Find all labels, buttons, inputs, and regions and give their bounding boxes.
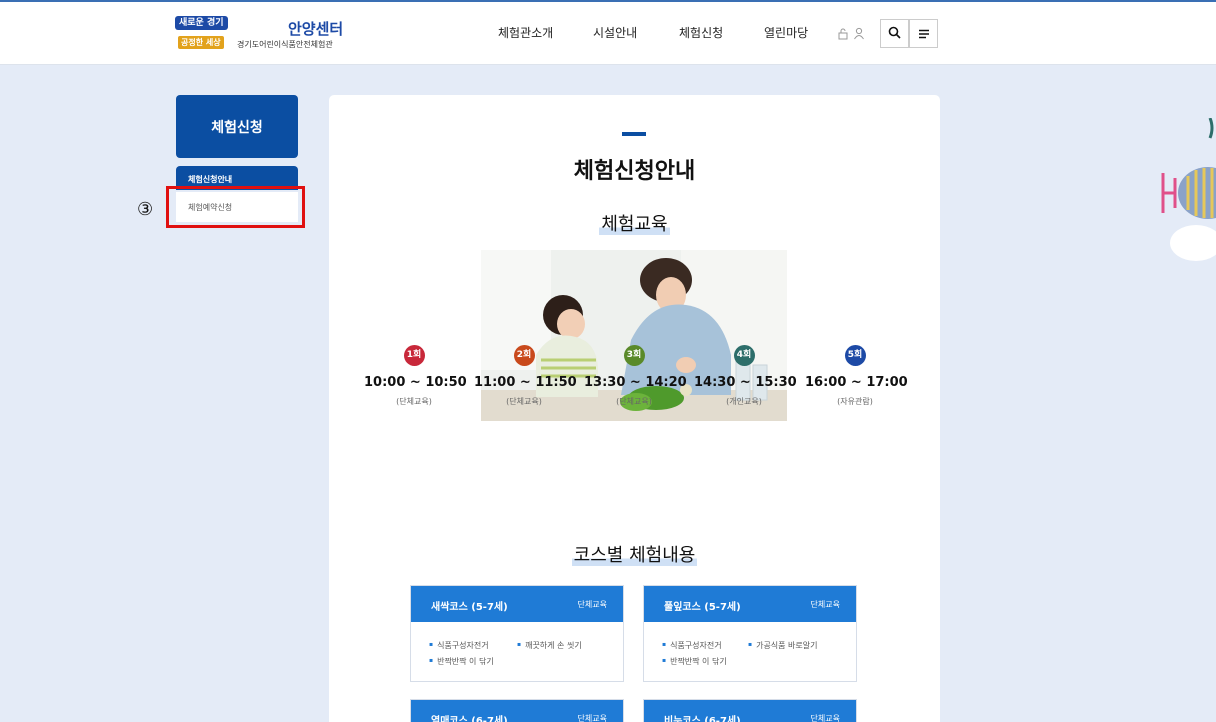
course-name: 새싹코스 (5-7세) bbox=[431, 602, 508, 613]
course-item: 식품구성자전거 bbox=[662, 640, 722, 651]
session-type: (단체교육) bbox=[396, 397, 432, 406]
page-title: 체험신청안내 bbox=[573, 159, 696, 184]
course-card-sprout[interactable]: 새싹코스 (5-7세) 단체교육 식품구성자전거 깨끗하게 손 씻기 반짝반짝 … bbox=[410, 585, 624, 682]
course-tag: 단체교육 bbox=[810, 600, 840, 609]
schedule-item-3: 3회 13:30 ~ 14:20 (단체교육) bbox=[584, 345, 687, 407]
menu-icon bbox=[918, 24, 930, 43]
course-card-soap[interactable]: 비누코스 (6-7세) 단체교육 bbox=[643, 699, 857, 722]
annotation-step-marker: ③ bbox=[137, 199, 154, 220]
session-time: 10:00 ~ 10:50 bbox=[364, 375, 467, 390]
nav-item-community[interactable]: 열린마당 bbox=[764, 24, 808, 41]
search-button[interactable] bbox=[880, 19, 909, 48]
search-icon bbox=[888, 24, 901, 43]
course-header: 새싹코스 (5-7세) 단체교육 bbox=[411, 586, 623, 622]
bee-decoration-icon bbox=[1158, 117, 1216, 268]
schedule-item-2: 2회 11:00 ~ 11:50 (단체교육) bbox=[474, 345, 577, 407]
session-type: (개인교육) bbox=[726, 397, 762, 406]
session-badge: 3회 bbox=[623, 345, 645, 366]
menu-button[interactable] bbox=[909, 19, 938, 48]
logo-subtitle: 경기도어린이식품안전체험관 bbox=[237, 40, 333, 49]
course-body: 식품구성자전거 가공식품 바로알기 반짝반짝 이 닦기 bbox=[644, 622, 856, 681]
nav-item-about[interactable]: 체험관소개 bbox=[498, 24, 553, 41]
course-header: 비누코스 (6-7세) 단체교육 bbox=[644, 700, 856, 722]
course-item: 반짝반짝 이 닦기 bbox=[429, 656, 494, 667]
section-title-courses-text: 코스별 체험내용 bbox=[571, 545, 698, 566]
schedule-item-1: 1회 10:00 ~ 10:50 (단체교육) bbox=[364, 345, 467, 407]
course-header: 풀잎코스 (5-7세) 단체교육 bbox=[644, 586, 856, 622]
session-time: 13:30 ~ 14:20 bbox=[584, 375, 687, 390]
course-item: 식품구성자전거 bbox=[429, 640, 489, 651]
course-tag: 단체교육 bbox=[577, 600, 607, 609]
course-item: 반짝반짝 이 닦기 bbox=[662, 656, 727, 667]
course-name: 열매코스 (6-7세) bbox=[431, 716, 508, 722]
session-type: (자유관람) bbox=[837, 397, 873, 406]
session-time: 11:00 ~ 11:50 bbox=[474, 375, 577, 390]
session-badge: 2회 bbox=[513, 345, 535, 366]
course-item: 깨끗하게 손 씻기 bbox=[517, 640, 582, 651]
session-type: (단체교육) bbox=[506, 397, 542, 406]
annotation-highlight-box bbox=[166, 186, 305, 228]
course-tag: 단체교육 bbox=[810, 714, 840, 722]
schedule-item-5: 5회 16:00 ~ 17:00 (자유관람) bbox=[805, 345, 908, 407]
session-type: (단체교육) bbox=[616, 397, 652, 406]
section-title-education: 체험교육 bbox=[329, 210, 940, 236]
site-logo[interactable]: 새로운 경기 공정한 세상 안양센터 경기도어린이식품안전체험관 bbox=[175, 14, 365, 54]
course-header: 열매코스 (6-7세) 단체교육 bbox=[411, 700, 623, 722]
session-time: 14:30 ~ 15:30 bbox=[694, 375, 797, 390]
title-accent-dash bbox=[622, 132, 646, 136]
course-body: 식품구성자전거 깨끗하게 손 씻기 반짝반짝 이 닦기 bbox=[411, 622, 623, 681]
session-badge: 1회 bbox=[403, 345, 425, 366]
section-title-courses: 코스별 체험내용 bbox=[329, 541, 940, 567]
lock-icon[interactable] bbox=[837, 27, 849, 43]
section-title-education-text: 체험교육 bbox=[599, 214, 670, 235]
session-time: 16:00 ~ 17:00 bbox=[805, 375, 908, 390]
session-badge: 4회 bbox=[733, 345, 755, 366]
course-name: 비누코스 (6-7세) bbox=[664, 716, 741, 722]
sidebar-title: 체험신청 bbox=[176, 95, 298, 158]
logo-name: 안양센터 bbox=[288, 20, 344, 38]
session-badge: 5회 bbox=[844, 345, 866, 366]
course-tag: 단체교육 bbox=[577, 714, 607, 722]
logo-badge-bottom: 공정한 세상 bbox=[178, 36, 224, 49]
logo-badge-top: 새로운 경기 bbox=[175, 16, 228, 30]
nav-item-facilities[interactable]: 시설안내 bbox=[593, 24, 637, 41]
course-card-fruit[interactable]: 열매코스 (6-7세) 단체교육 bbox=[410, 699, 624, 722]
schedule-item-4: 4회 14:30 ~ 15:30 (개인교육) bbox=[694, 345, 797, 407]
course-name: 풀잎코스 (5-7세) bbox=[664, 602, 741, 613]
site-header: 새로운 경기 공정한 세상 안양센터 경기도어린이식품안전체험관 체험관소개 시… bbox=[0, 2, 1216, 65]
course-card-leaf[interactable]: 풀잎코스 (5-7세) 단체교육 식품구성자전거 가공식품 바로알기 반짝반짝 … bbox=[643, 585, 857, 682]
nav-item-apply[interactable]: 체험신청 bbox=[679, 24, 723, 41]
course-item: 가공식품 바로알기 bbox=[748, 640, 817, 651]
user-icon[interactable] bbox=[853, 27, 865, 43]
